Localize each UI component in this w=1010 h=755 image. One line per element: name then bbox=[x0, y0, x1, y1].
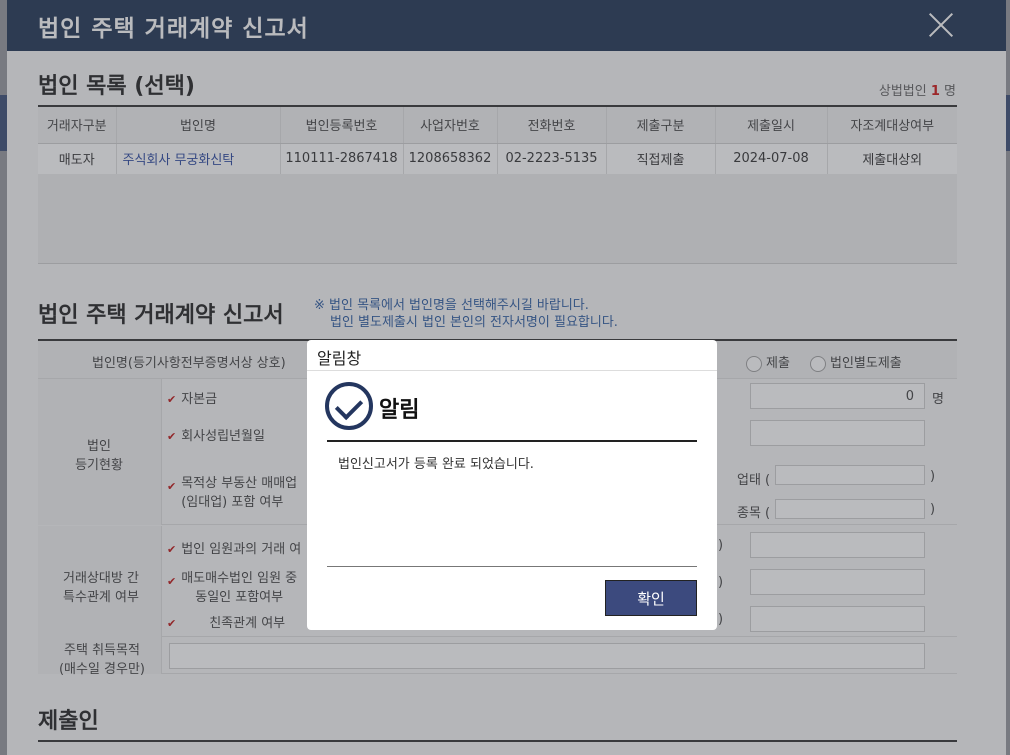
dialog-message: 법인신고서가 등록 완료 되었습니다. bbox=[338, 457, 534, 472]
dialog-divider bbox=[327, 440, 697, 442]
ok-button[interactable]: 확인 bbox=[605, 580, 697, 616]
dialog-divider bbox=[327, 566, 697, 567]
dialog-header: 알림창 bbox=[307, 340, 717, 371]
dialog-title: 알림 bbox=[379, 398, 420, 423]
alert-dialog: 알림창 알림 법인신고서가 등록 완료 되었습니다. 확인 bbox=[307, 340, 717, 630]
check-circle-icon bbox=[325, 382, 373, 430]
